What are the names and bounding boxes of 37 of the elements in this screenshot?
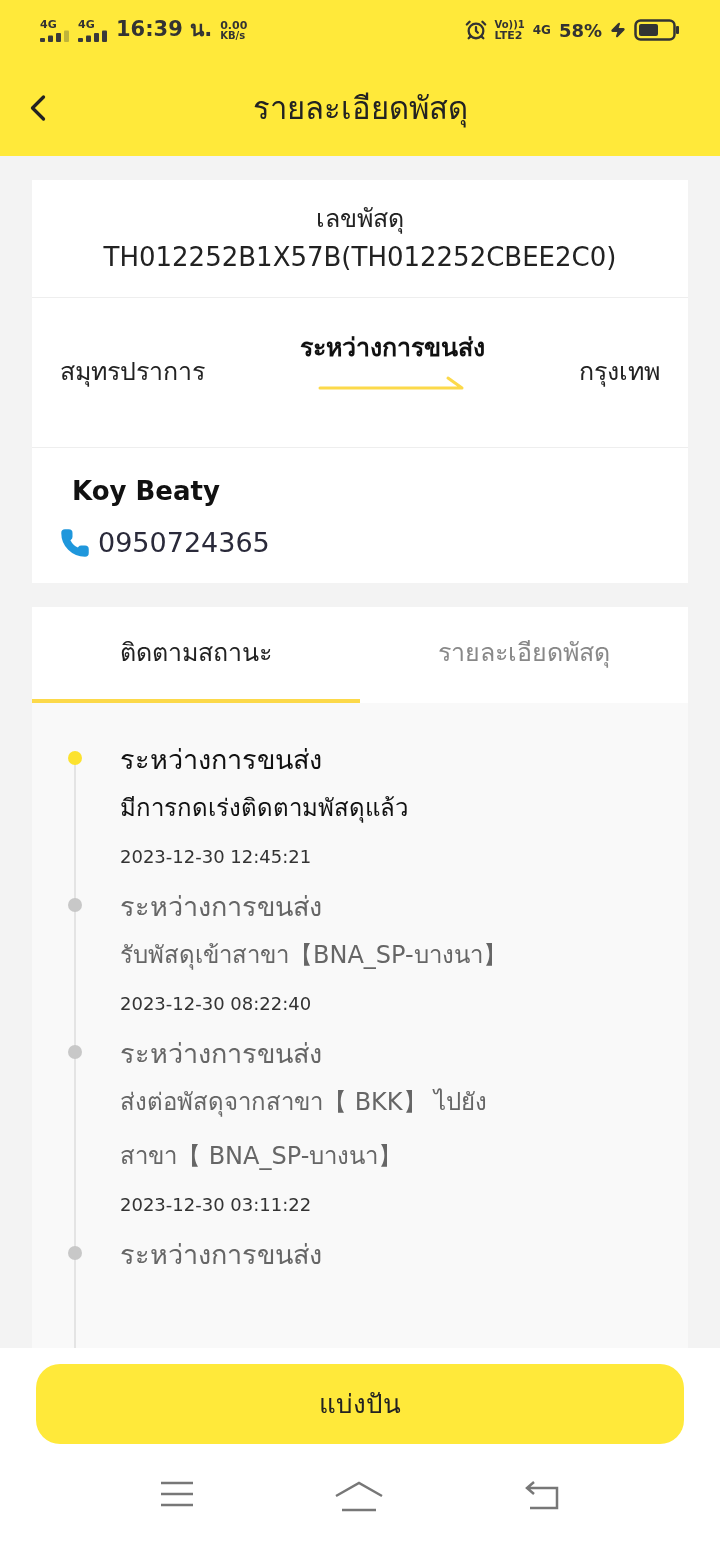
event-time: 2023-12-30 08:22:40: [120, 992, 313, 1016]
event-status: ระหว่างการขนส่ง: [120, 890, 323, 924]
volte-label: Vo))1: [494, 19, 525, 30]
clock-time: 16:39 น.: [116, 16, 213, 44]
page-title: รายละเอียดพัสดุ: [251, 88, 469, 130]
tab[interactable]: รายละเอียดพัสดุ: [360, 607, 688, 703]
signal-icon: [78, 29, 108, 42]
recipient-name: Koy Beaty: [72, 474, 221, 508]
phone-number: 0950724365: [98, 525, 270, 560]
menu-icon[interactable]: [160, 1480, 194, 1508]
event-status: ระหว่างการขนส่ง: [120, 743, 323, 777]
event-detail: รับพัสดุเข้าสาขา【BNA_SP-บางนา】: [120, 940, 508, 972]
tracking-number: TH012252B1X57B(TH012252CBEE2C0): [103, 240, 617, 274]
event-detail: ส่งต่อพัสดุจากสาขา【 BKK】 ไปยัง สาขา【 BNA_SP-บางนา】: [120, 1087, 489, 1172]
alarm-icon: [464, 19, 487, 41]
network-label: 4G: [78, 18, 95, 30]
signal-icon: [40, 29, 70, 42]
network-label: 4G: [40, 18, 57, 30]
event-detail: มีการกดเร่งติดตามพัสดุแล้ว: [120, 793, 409, 825]
event-time: 2023-12-30 03:11:22: [120, 1193, 313, 1217]
battery-percent: 58%: [558, 18, 602, 43]
destination-city: กรุงเทพ: [579, 356, 660, 389]
speed-value: 0.00: [220, 19, 248, 31]
phone-icon: [60, 527, 90, 558]
home-icon[interactable]: [334, 1480, 384, 1512]
event-status: ระหว่างการขนส่ง: [120, 1037, 323, 1071]
charging-icon: [610, 22, 626, 38]
share-button[interactable]: แบ่งปัน: [36, 1364, 684, 1444]
event-time: 2023-12-30 12:45:21: [120, 845, 313, 869]
speed-unit: KB/s: [220, 30, 247, 41]
parcel-label: เลขพัสดุ: [316, 203, 404, 236]
network-label: 4G: [532, 22, 551, 39]
shipping-status: ระหว่างการขนส่ง: [299, 332, 485, 365]
battery-icon: [634, 19, 680, 41]
lte-label: LTE2: [494, 29, 523, 41]
event-status: ระหว่างการขนส่ง: [120, 1238, 323, 1272]
origin-city: สมุทรปราการ: [60, 356, 205, 389]
